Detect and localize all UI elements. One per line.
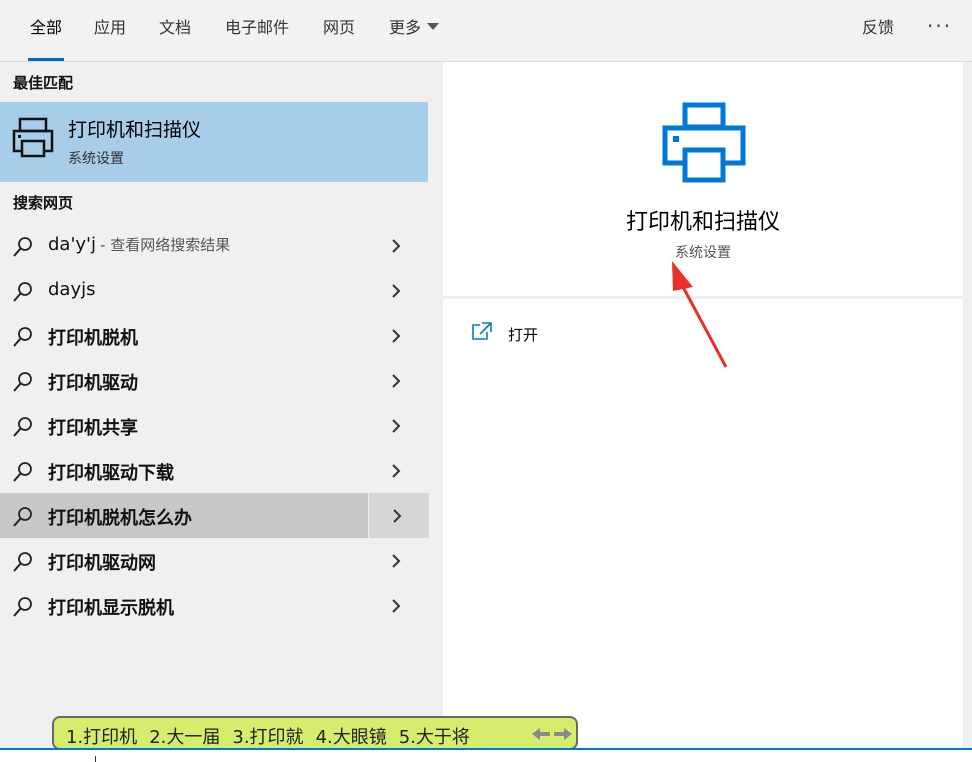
web-result-item[interactable]: 打印机共享 <box>0 403 428 448</box>
chevron-right-icon <box>392 464 401 478</box>
chevron-right-icon <box>392 239 401 253</box>
web-result-label: 打印机脱机 <box>48 324 138 350</box>
web-result-item[interactable]: 打印机驱动网 <box>0 538 428 583</box>
chevron-right-icon <box>392 284 401 298</box>
web-result-text: 打印机驱动 <box>48 373 138 394</box>
search-icon <box>12 596 34 622</box>
web-search-heading: 搜索网页 <box>13 194 74 212</box>
chevron-right-icon <box>392 599 401 613</box>
filter-tab-bar: 全部 应用 文档 电子邮件 网页 更多 反馈 ··· <box>0 0 972 62</box>
search-icon <box>12 236 34 262</box>
printer-icon <box>662 102 746 188</box>
chevron-down-icon <box>427 23 440 30</box>
web-result-text: 打印机脱机 <box>48 328 138 349</box>
tab-web[interactable]: 网页 <box>323 0 355 61</box>
annotation-arrow <box>672 261 728 368</box>
ime-page-arrows-icon[interactable] <box>530 726 574 746</box>
search-icon <box>12 551 34 577</box>
tab-email[interactable]: 电子邮件 <box>225 0 289 61</box>
web-result-label: 打印机驱动下载 <box>48 459 174 485</box>
web-result-text: dayjs <box>48 279 96 300</box>
chevron-right-icon <box>392 329 401 343</box>
ime-candidate[interactable]: 2.大一届 <box>149 727 220 748</box>
web-result-text: 打印机驱动下载 <box>48 463 174 484</box>
ime-candidate[interactable]: 1.打印机 <box>66 727 137 748</box>
chevron-right-icon <box>392 554 401 568</box>
web-result-label: 打印机脱机怎么办 <box>48 504 192 530</box>
web-result-item[interactable]: da'y'j - 查看网络搜索结果 <box>0 223 428 268</box>
expand-result-button[interactable] <box>368 313 428 358</box>
open-label: 打开 <box>508 326 539 344</box>
open-external-icon <box>471 321 493 345</box>
web-result-label: da'y'j - 查看网络搜索结果 <box>48 234 230 255</box>
search-icon <box>12 371 34 397</box>
web-result-text: da'y'j <box>48 234 97 255</box>
web-result-text: 打印机共享 <box>48 418 138 439</box>
expand-result-button[interactable] <box>368 583 428 628</box>
search-icon <box>12 416 34 442</box>
web-result-text: 打印机显示脱机 <box>48 598 174 619</box>
more-options-icon[interactable]: ··· <box>927 0 952 52</box>
web-result-label: 打印机共享 <box>48 414 138 440</box>
search-icon <box>12 326 34 352</box>
preview-title: 打印机和扫描仪 <box>625 210 780 235</box>
chevron-right-icon <box>392 419 401 433</box>
feedback-button[interactable]: 反馈 <box>862 0 894 61</box>
web-result-item[interactable]: 打印机显示脱机 <box>0 583 428 628</box>
web-result-item[interactable]: 打印机驱动下载 <box>0 448 428 493</box>
expand-result-button[interactable] <box>368 493 429 538</box>
web-result-item[interactable]: 打印机脱机怎么办 <box>0 493 429 538</box>
expand-result-button[interactable] <box>368 223 428 268</box>
ime-candidate[interactable]: 4.大眼镜 <box>316 727 387 748</box>
tab-all[interactable]: 全部 <box>27 0 65 61</box>
search-input[interactable] <box>0 748 972 762</box>
chevron-right-icon <box>392 374 401 388</box>
web-result-item[interactable]: dayjs <box>0 268 428 313</box>
expand-result-button[interactable] <box>368 403 428 448</box>
web-result-text: 打印机脱机怎么办 <box>48 508 192 529</box>
text-cursor <box>95 756 96 762</box>
web-result-item[interactable]: 打印机驱动 <box>0 358 428 403</box>
expand-result-button[interactable] <box>368 358 428 403</box>
web-result-label: 打印机驱动网 <box>48 549 156 575</box>
expand-result-button[interactable] <box>368 448 428 493</box>
search-icon <box>12 506 34 532</box>
expand-result-button[interactable] <box>368 538 428 583</box>
web-result-label: dayjs <box>48 279 96 300</box>
ime-candidate[interactable]: 3.打印就 <box>232 727 303 748</box>
web-result-label: 打印机显示脱机 <box>48 594 174 620</box>
tab-more-label: 更多 <box>389 18 422 37</box>
search-icon <box>12 281 34 307</box>
tab-apps[interactable]: 应用 <box>94 0 126 61</box>
printer-icon <box>11 116 55 164</box>
ime-candidate-bar: 1.打印机 2.大一届 3.打印就 4.大眼镜 5.大于将 <box>52 716 578 750</box>
ime-candidate[interactable]: 5.大于将 <box>399 727 470 748</box>
best-match-item[interactable]: 打印机和扫描仪 系统设置 <box>0 102 428 182</box>
tab-more[interactable]: 更多 <box>389 0 440 61</box>
results-pane: 最佳匹配 打印机和扫描仪 系统设置 搜索网页 da'y'j - 查看网络搜索结果 d… <box>0 62 429 762</box>
search-icon <box>12 461 34 487</box>
web-result-hint: - 查看网络搜索结果 <box>100 236 231 254</box>
web-result-label: 打印机驱动 <box>48 369 138 395</box>
best-match-heading: 最佳匹配 <box>13 74 74 92</box>
tab-documents[interactable]: 文档 <box>159 0 191 61</box>
web-result-item[interactable]: 打印机脱机 <box>0 313 428 358</box>
chevron-right-icon <box>393 509 402 523</box>
best-match-subtitle: 系统设置 <box>68 151 124 167</box>
expand-result-button[interactable] <box>368 268 428 313</box>
web-result-text: 打印机驱动网 <box>48 553 156 574</box>
best-match-title: 打印机和扫描仪 <box>68 119 202 141</box>
